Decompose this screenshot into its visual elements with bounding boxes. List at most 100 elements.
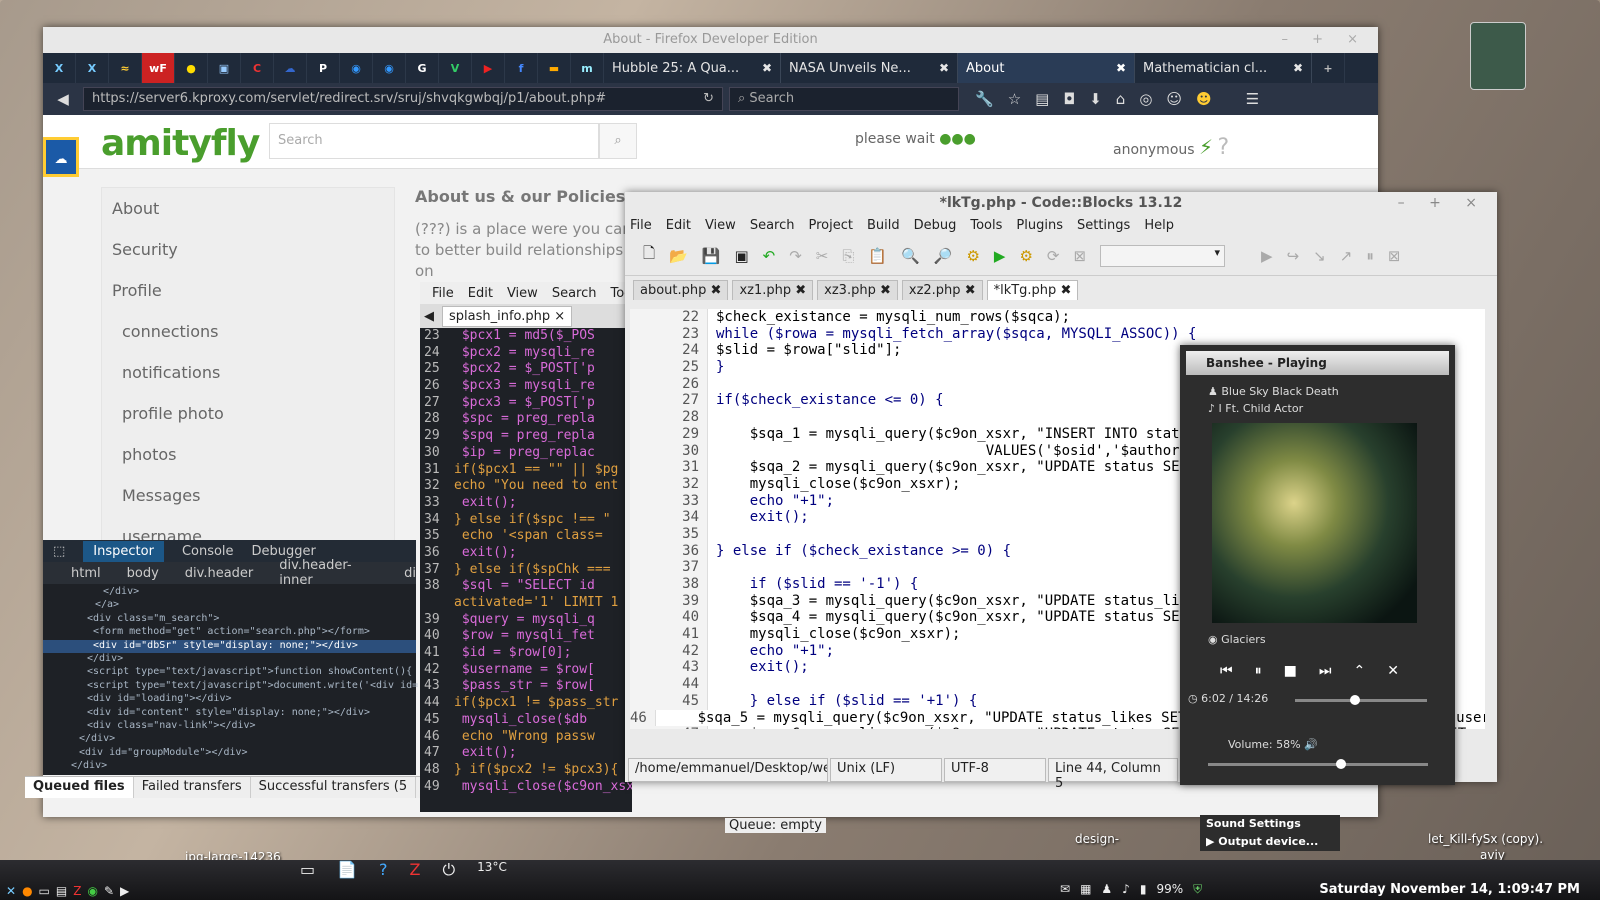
markup-line[interactable]: <script type="text/javascript">document.…: [43, 680, 418, 693]
sidebar-item-connections[interactable]: connections: [102, 311, 394, 352]
pinned-tab[interactable]: ◉: [340, 53, 373, 83]
tab-about[interactable]: About ✖: [958, 53, 1135, 83]
tab-mathematician[interactable]: Mathematician cl... ✖: [1135, 53, 1312, 83]
close-icon[interactable]: ✖: [880, 283, 891, 298]
close-icon[interactable]: ✖: [711, 283, 722, 298]
chat-bubble-icon[interactable]: ☁: [43, 137, 79, 177]
build-target-select[interactable]: ▾: [1100, 244, 1226, 267]
markup-line[interactable]: </a>: [43, 599, 416, 612]
code-line[interactable]: 30 $ip = preg_replac: [420, 445, 632, 462]
reading-list-icon[interactable]: ▤: [1035, 90, 1049, 108]
menu-icon[interactable]: ☰: [1246, 90, 1259, 108]
tab-splash-info[interactable]: splash_info.php ×: [442, 305, 573, 327]
tab-lktg-php[interactable]: *lkTg.php ✖: [986, 280, 1079, 300]
close-icon[interactable]: ✖: [965, 283, 976, 298]
editor-icon[interactable]: ✎: [104, 884, 114, 898]
new-tab-button[interactable]: +: [1312, 53, 1345, 83]
pinned-tab[interactable]: ▶: [472, 53, 505, 83]
browser-search-input[interactable]: ⌕ Search: [729, 87, 959, 111]
search-icon[interactable]: ⌕: [599, 123, 637, 159]
reload-icon[interactable]: ↻: [703, 88, 714, 110]
tab-successful-transfers[interactable]: Successful transfers (5: [251, 777, 417, 798]
code-line[interactable]: 31 if($pcx1 == "" || $pg: [420, 462, 632, 479]
markup-line[interactable]: </div>: [43, 760, 416, 773]
pinned-tab[interactable]: V: [439, 53, 472, 83]
close-icon[interactable]: ✖: [795, 283, 806, 298]
code-line[interactable]: 23 $pcx1 = md5($_POS: [420, 328, 632, 345]
next-icon[interactable]: ⏭: [1319, 663, 1332, 679]
menu-view[interactable]: View: [705, 218, 736, 233]
chat-icon[interactable]: ☺: [1166, 90, 1182, 108]
volume-slider[interactable]: [1208, 759, 1428, 769]
code-line[interactable]: 28 $spc = preg_repla: [420, 411, 632, 428]
markup-line[interactable]: <script type="text/javascript">function …: [43, 666, 416, 679]
markup-line[interactable]: <div id="content" style="display: none;"…: [43, 707, 416, 720]
chat-icon[interactable]: ✉: [1060, 882, 1070, 897]
grid-icon[interactable]: ▦: [1080, 882, 1091, 897]
power-icon[interactable]: ⏻: [443, 860, 456, 882]
previous-icon[interactable]: ⏮: [1220, 663, 1233, 679]
menu-search[interactable]: Search: [552, 286, 597, 301]
window-controls[interactable]: – + ×: [1398, 192, 1487, 214]
pinned-tab[interactable]: X: [43, 53, 76, 83]
pinned-tab[interactable]: P: [307, 53, 340, 83]
markup-line[interactable]: <form method="get" action="search.php"><…: [43, 626, 416, 639]
replace-icon[interactable]: 🔎: [934, 247, 953, 265]
site-search-input[interactable]: Search: [269, 123, 599, 159]
menu-settings[interactable]: Settings: [1077, 218, 1130, 233]
markup-line[interactable]: <div id="groupModule"></div>: [43, 747, 416, 760]
open-icon[interactable]: 📂: [669, 247, 688, 265]
close-icon[interactable]: ✖: [939, 61, 949, 75]
pinned-tab[interactable]: C: [241, 53, 274, 83]
music-icon[interactable]: ♪: [1122, 882, 1130, 897]
code-line[interactable]: 36 exit();: [420, 545, 632, 562]
pinned-tab[interactable]: ▬: [538, 53, 571, 83]
code-line[interactable]: 45 mysqli_close($db: [420, 712, 632, 729]
pinned-tab[interactable]: ☁: [274, 53, 307, 83]
code-line[interactable]: 44 if($pcx1 != $pass_str: [420, 695, 632, 712]
breadcrumb-item[interactable]: di: [404, 566, 416, 581]
code-line[interactable]: 33 exit();: [420, 495, 632, 512]
desktop-icon[interactable]: [1470, 22, 1526, 90]
window-controls[interactable]: – + ×: [1281, 27, 1368, 53]
paste-icon[interactable]: 📋: [868, 247, 887, 265]
sidebar-item-photos[interactable]: photos: [102, 434, 394, 475]
save-all-icon[interactable]: ▣: [734, 247, 748, 265]
code-line[interactable]: 40 $row = mysqli_fet: [420, 628, 632, 645]
close-icon[interactable]: ✕: [1387, 663, 1399, 679]
rebuild-icon[interactable]: ⟳: [1047, 247, 1060, 265]
redo-icon[interactable]: ↷: [789, 247, 802, 265]
pause-icon[interactable]: ⏸: [1255, 663, 1262, 679]
picker-icon[interactable]: ⬚: [53, 544, 65, 559]
shield-icon[interactable]: ⛨: [1193, 882, 1202, 897]
code-line[interactable]: 46 echo "Wrong passw: [420, 729, 632, 746]
tab-queued-files[interactable]: Queued files: [25, 777, 134, 798]
pinned-tab[interactable]: ▣: [208, 53, 241, 83]
close-icon[interactable]: ✖: [1116, 61, 1126, 75]
breadcrumb-item[interactable]: body: [127, 566, 159, 581]
start-menu-icon[interactable]: ✕: [6, 884, 16, 898]
markup-line[interactable]: <div id="loading"></div>: [43, 693, 416, 706]
code-line[interactable]: 29 $spq = preg_repla: [420, 428, 632, 445]
stop-icon[interactable]: ■: [1284, 663, 1297, 679]
undo-icon[interactable]: ↶: [763, 247, 776, 265]
close-icon[interactable]: ✖: [1060, 283, 1071, 298]
menu-tools[interactable]: Tools: [970, 218, 1002, 233]
chrome-icon[interactable]: ◉: [87, 884, 97, 898]
code-line[interactable]: 41 $id = $row[0];: [420, 645, 632, 662]
breadcrumb-item[interactable]: div.header: [185, 566, 253, 581]
tab-xz3-php[interactable]: xz3.php ✖: [817, 280, 898, 300]
code-line[interactable]: 35 echo '<span class=: [420, 528, 632, 545]
stop-debug-icon[interactable]: ⊠: [1388, 247, 1401, 265]
menu-help[interactable]: Help: [1144, 218, 1174, 233]
filezilla-icon[interactable]: Z: [73, 884, 81, 898]
step-into-icon[interactable]: ↘: [1313, 247, 1326, 265]
close-icon[interactable]: ✖: [1293, 61, 1303, 75]
build-run-icon[interactable]: ⚙: [1019, 247, 1032, 265]
sidebar-item-profile-photo[interactable]: profile photo: [102, 393, 394, 434]
tab-scroll-left-icon[interactable]: ◀: [424, 309, 434, 324]
menu-debug[interactable]: Debug: [914, 218, 957, 233]
markup-line[interactable]: <div class="m_search">: [43, 613, 416, 626]
pinned-tab[interactable]: f: [505, 53, 538, 83]
breadcrumb-item[interactable]: html: [71, 566, 101, 581]
